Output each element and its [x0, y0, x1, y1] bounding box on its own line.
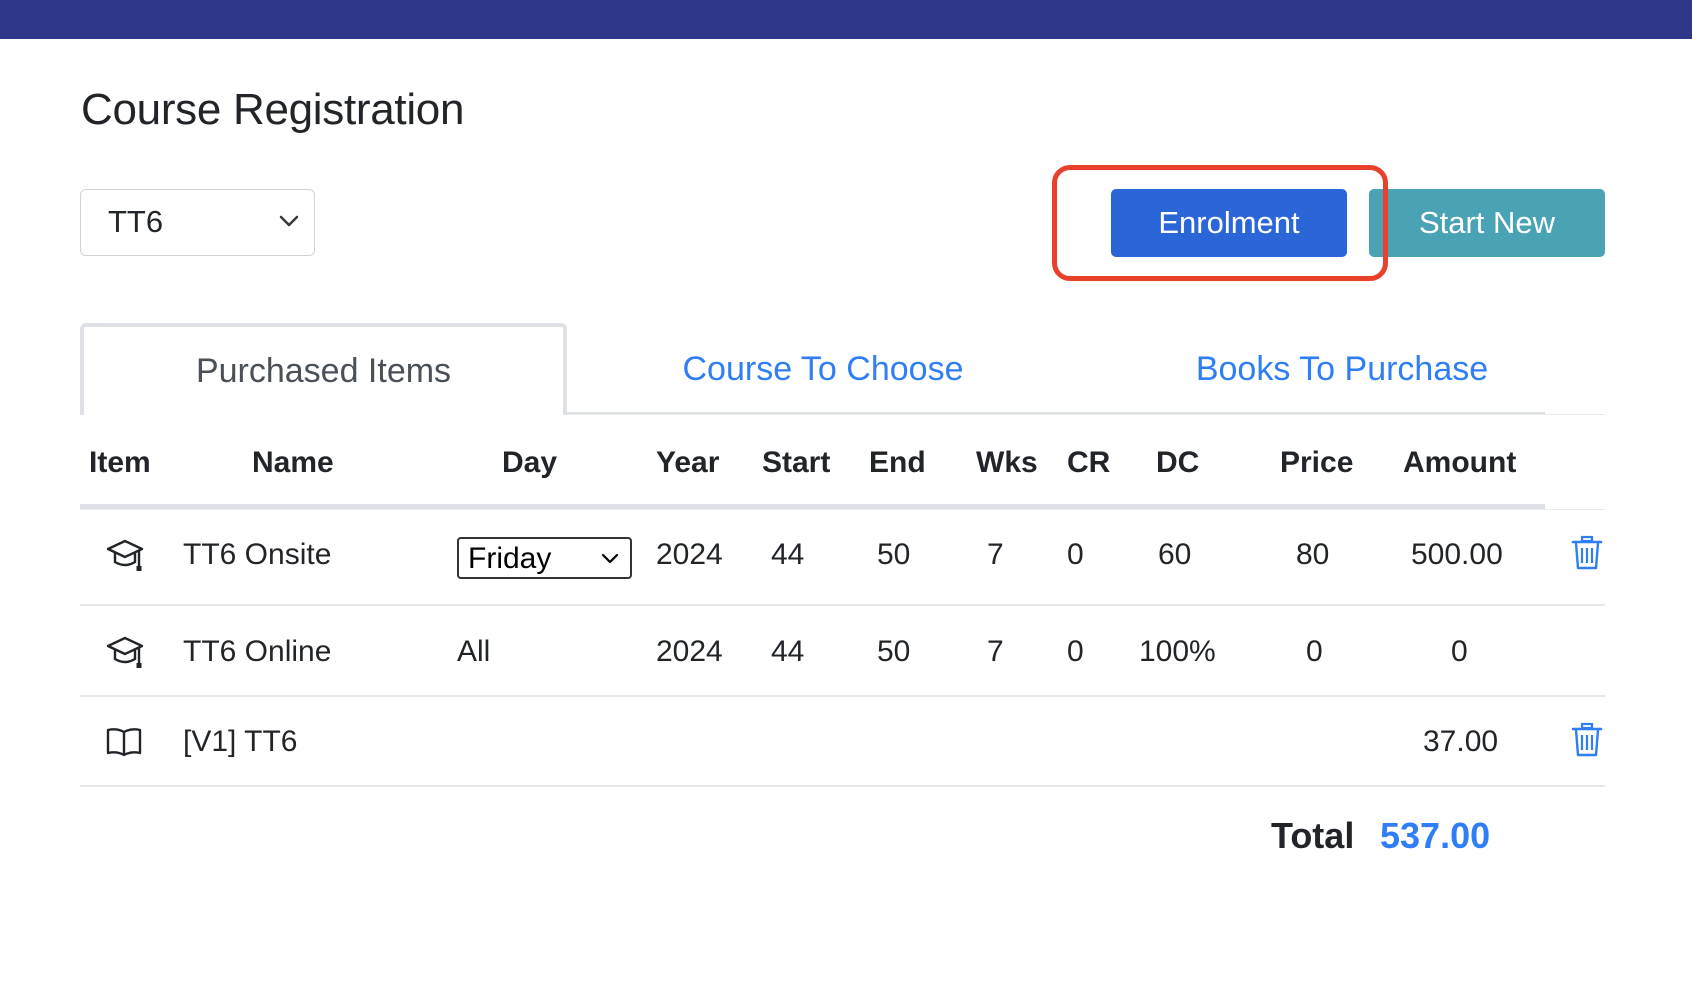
row-wks: 7 [987, 538, 1004, 571]
row-name: TT6 Online [183, 635, 332, 668]
row-amount: 500.00 [1411, 538, 1503, 571]
top-navbar [0, 0, 1692, 39]
row-divider [80, 695, 1605, 697]
trash-icon[interactable] [1571, 535, 1603, 571]
row-name: [V1] TT6 [183, 725, 298, 758]
book-icon [106, 728, 142, 757]
row-price: 0 [1306, 635, 1323, 668]
start-new-button[interactable]: Start New [1369, 189, 1605, 257]
row-wks: 7 [987, 635, 1004, 668]
graduation-cap-icon [106, 539, 144, 571]
row-end: 50 [877, 635, 911, 668]
total-value: 537.00 [1380, 815, 1491, 856]
tab-course-to-choose[interactable]: Course To Choose [567, 323, 1079, 415]
row-year: 2024 [656, 635, 723, 668]
row-cr: 0 [1067, 635, 1084, 668]
row-cr: 0 [1067, 538, 1084, 571]
tab-books-to-purchase[interactable]: Books To Purchase [1079, 323, 1605, 415]
header-end: End [869, 446, 926, 479]
header-day: Day [502, 446, 558, 479]
row-day: All [457, 635, 491, 668]
header-item: Item [89, 446, 151, 479]
header-name: Name [252, 446, 334, 479]
header-cr: CR [1067, 446, 1111, 479]
graduation-cap-icon [106, 636, 144, 668]
row-divider [80, 785, 1605, 787]
day-select[interactable]: Friday [457, 537, 632, 579]
row-dc: 100% [1139, 635, 1216, 668]
header-year: Year [656, 446, 720, 479]
row-amount: 0 [1451, 635, 1468, 668]
row-amount: 37.00 [1423, 725, 1499, 758]
row-start: 44 [771, 538, 805, 571]
course-select-value: TT6 [108, 204, 164, 239]
header-amount: Amount [1403, 446, 1517, 479]
row-divider [80, 604, 1605, 606]
tab-purchased-items[interactable]: Purchased Items [80, 323, 567, 415]
chevron-down-icon [279, 215, 299, 227]
header-divider [80, 509, 1605, 510]
header-dc: DC [1156, 446, 1200, 479]
row-price: 80 [1296, 538, 1330, 571]
course-select[interactable]: TT6 [80, 189, 315, 256]
row-end: 50 [877, 538, 911, 571]
page-title: Course Registration [81, 85, 465, 134]
header-price: Price [1280, 446, 1354, 479]
chevron-down-icon [601, 553, 619, 564]
total-label: Total [1271, 815, 1355, 856]
highlight-annotation [1052, 165, 1388, 281]
trash-icon[interactable] [1571, 722, 1603, 758]
row-year: 2024 [656, 538, 723, 571]
header-start: Start [762, 446, 831, 479]
row-name: TT6 Onsite [183, 538, 332, 571]
row-dc: 60 [1158, 538, 1192, 571]
row-start: 44 [771, 635, 805, 668]
header-wks: Wks [976, 446, 1038, 479]
day-select-value: Friday [468, 542, 552, 575]
